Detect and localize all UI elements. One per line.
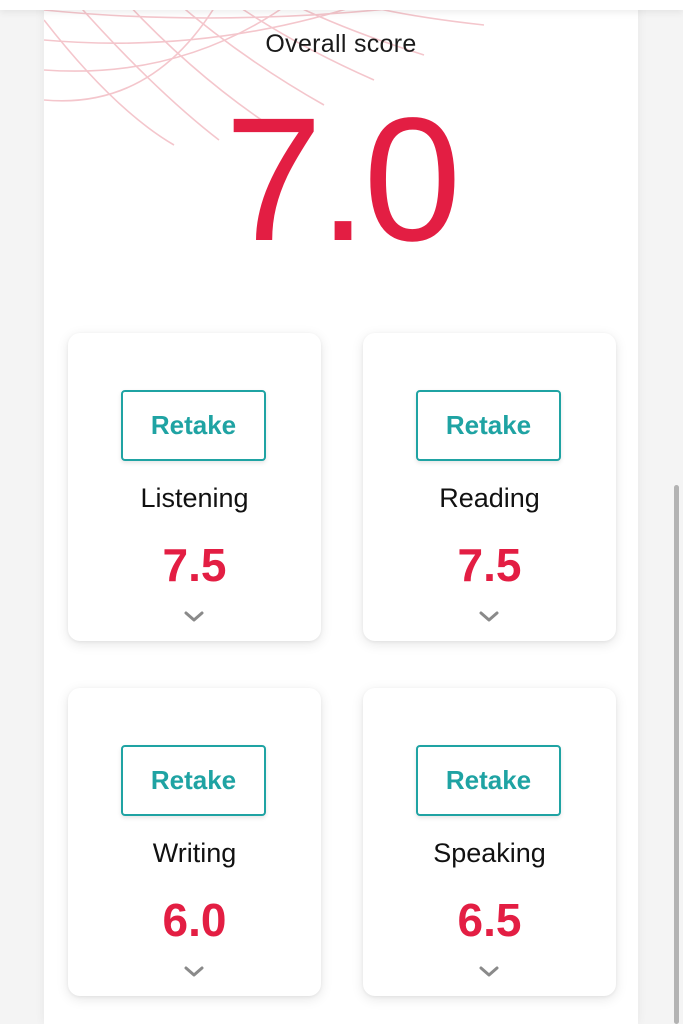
reading-score: 7.5 [457,539,522,591]
retake-speaking-button[interactable]: Retake [416,745,561,816]
speaking-score: 6.5 [457,894,522,946]
listening-score: 7.5 [162,539,227,591]
chevron-down-icon[interactable] [477,609,501,625]
writing-card: Retake Writing 6.0 [68,688,321,996]
writing-score: 6.0 [162,894,227,946]
results-screen: Overall score 7.0 Retake Listening 7.5 R… [0,0,683,1024]
listening-label: Listening [140,483,249,513]
retake-reading-button[interactable]: Retake [416,390,561,461]
writing-label: Writing [152,838,237,868]
chevron-down-icon[interactable] [477,964,501,980]
chevron-down-icon[interactable] [182,609,206,625]
reading-label: Reading [439,483,540,513]
top-bar [0,0,683,10]
overall-score-label: Overall score [265,30,417,58]
overall-score-value: 7.0 [224,82,462,278]
speaking-card: Retake Speaking 6.5 [363,688,616,996]
retake-listening-button[interactable]: Retake [121,390,266,461]
chevron-down-icon[interactable] [182,964,206,980]
retake-writing-button[interactable]: Retake [121,745,266,816]
speaking-label: Speaking [433,838,546,868]
reading-card: Retake Reading 7.5 [363,333,616,641]
scrollbar[interactable] [674,485,679,1024]
listening-card: Retake Listening 7.5 [68,333,321,641]
